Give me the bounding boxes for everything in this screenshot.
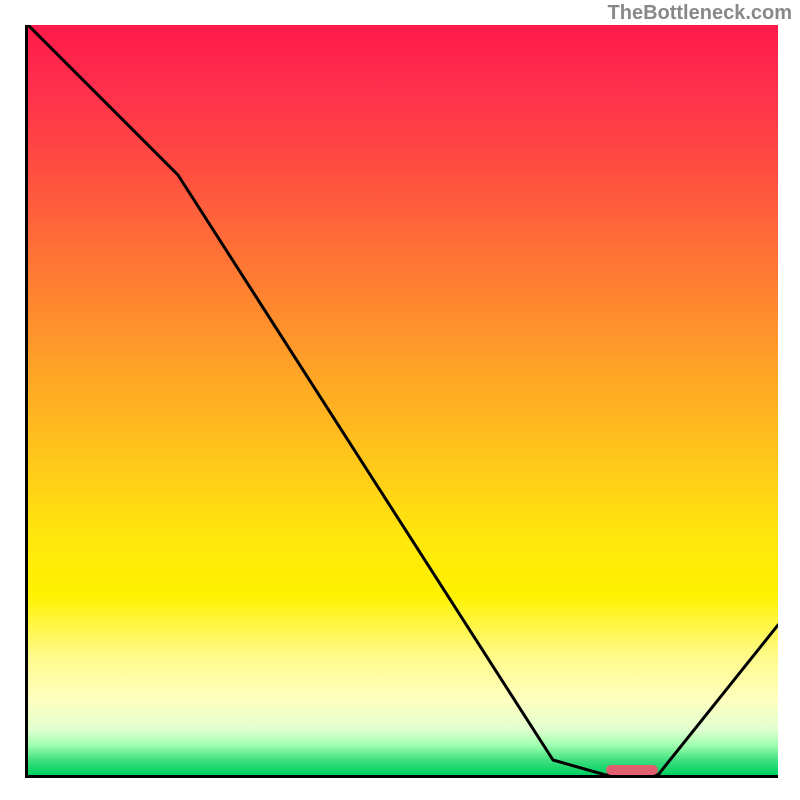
curve-svg [28, 25, 778, 775]
plot-area [25, 25, 778, 778]
chart-container: TheBottleneck.com [0, 0, 800, 800]
watermark-text: TheBottleneck.com [608, 2, 792, 25]
highlight-marker [606, 765, 659, 775]
data-curve [28, 25, 778, 775]
